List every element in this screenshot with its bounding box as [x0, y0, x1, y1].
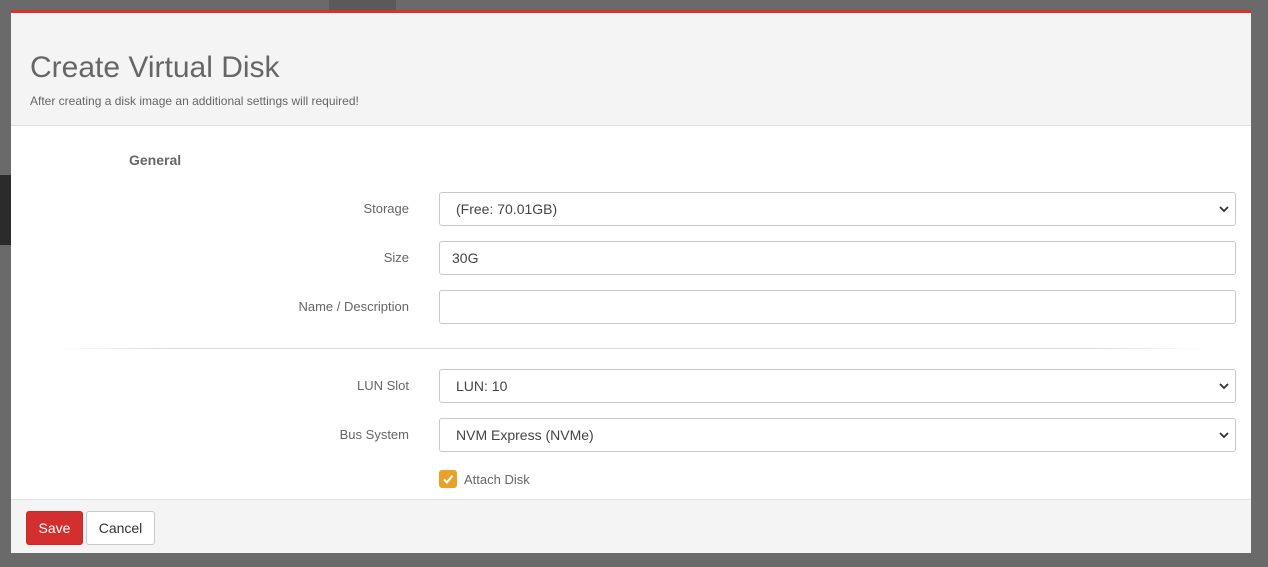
- size-row: Size 30G: [11, 241, 1251, 275]
- lun-slot-value: LUN: 10: [456, 378, 508, 394]
- checkmark-icon: [443, 474, 454, 485]
- name-row: Name / Description: [11, 290, 1251, 324]
- size-value: 30G: [452, 250, 479, 266]
- bus-system-select[interactable]: NVM Express (NVMe): [439, 418, 1236, 452]
- name-description-input[interactable]: [439, 290, 1236, 324]
- storage-label: Storage: [363, 201, 409, 216]
- storage-value: (Free: 70.01GB): [456, 201, 558, 217]
- background-dark-block: [0, 175, 11, 245]
- chevron-down-icon: [1219, 432, 1229, 439]
- bus-system-label: Bus System: [339, 427, 409, 442]
- create-virtual-disk-modal: Create Virtual Disk After creating a dis…: [11, 10, 1251, 553]
- modal-footer: Save Cancel: [11, 499, 1251, 553]
- storage-select[interactable]: (Free: 70.01GB): [439, 192, 1236, 226]
- attach-disk-label: Attach Disk: [464, 472, 530, 487]
- modal-header: Create Virtual Disk After creating a dis…: [11, 13, 1251, 126]
- lun-slot-row: LUN Slot LUN: 10: [11, 369, 1251, 403]
- modal-title: Create Virtual Disk: [30, 51, 280, 84]
- size-input[interactable]: 30G: [439, 241, 1236, 275]
- save-button[interactable]: Save: [26, 511, 83, 545]
- attach-disk-checkbox[interactable]: [439, 470, 457, 488]
- name-label: Name / Description: [298, 299, 409, 314]
- background-panel: [329, 0, 396, 10]
- bus-system-value: NVM Express (NVMe): [456, 427, 594, 443]
- modal-subtitle: After creating a disk image an additiona…: [30, 94, 359, 108]
- cancel-button[interactable]: Cancel: [86, 511, 155, 545]
- chevron-down-icon: [1219, 383, 1229, 390]
- form-divider: [51, 348, 1211, 349]
- storage-row: Storage (Free: 70.01GB): [11, 192, 1251, 226]
- size-label: Size: [383, 250, 409, 265]
- section-title-general: General: [129, 152, 182, 168]
- bus-system-row: Bus System NVM Express (NVMe): [11, 418, 1251, 452]
- lun-slot-label: LUN Slot: [356, 378, 409, 393]
- chevron-down-icon: [1219, 206, 1229, 213]
- lun-slot-select[interactable]: LUN: 10: [439, 369, 1236, 403]
